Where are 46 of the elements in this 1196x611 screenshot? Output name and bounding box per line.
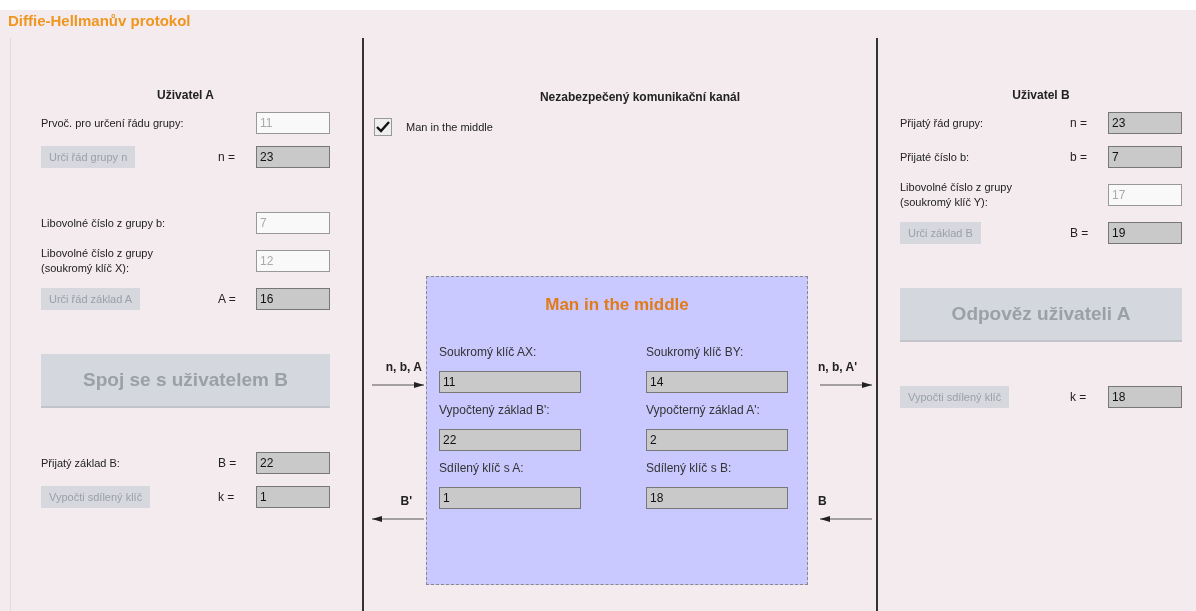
- variable-label: A =: [218, 292, 237, 306]
- checkmark-icon: [375, 120, 391, 134]
- field-label: Prvoč. pro určení řádu grupy:: [41, 115, 185, 131]
- message-label: n, b, A: [385, 360, 422, 374]
- field-label: Libovolné číslo z grupy (soukromý klíč Y):: [900, 180, 1013, 210]
- app-title: Diffie-Hellmanův protokol: [8, 12, 191, 29]
- variable-label: k =: [218, 490, 236, 504]
- arrow-icon: [371, 516, 425, 522]
- variable-label: n =: [1070, 116, 1088, 130]
- channel-heading: Nezabezpečený komunikační kanál: [538, 90, 742, 104]
- field-label: Soukromý klíč BY:: [646, 345, 745, 359]
- number-field[interactable]: 23: [1108, 112, 1182, 134]
- number-field[interactable]: 22: [256, 452, 330, 474]
- message-label: n, b, A': [818, 360, 858, 374]
- field-label: Sdílený klíč s B:: [646, 461, 733, 475]
- variable-label: n =: [218, 150, 236, 164]
- field-label: Přijatý základ B:: [41, 455, 121, 471]
- arrow-icon: [819, 516, 873, 522]
- field-label: Přijatý řád grupy:: [900, 115, 985, 131]
- variable-label: k =: [1070, 390, 1088, 404]
- field-label: Libovolné číslo z grupy (soukromý klíč X):: [41, 246, 154, 276]
- field-label: Soukromý klíč AX:: [439, 345, 538, 359]
- field-label: Vypočterný základ A':: [646, 403, 761, 417]
- field-label: Sdílený klíč s A:: [439, 461, 525, 475]
- panel-heading: Uživatel B: [1011, 88, 1071, 102]
- panel-heading: Uživatel A: [156, 88, 215, 102]
- number-field[interactable]: 18: [646, 487, 788, 509]
- number-field[interactable]: 11: [439, 371, 581, 393]
- arrow-icon: [819, 382, 873, 388]
- field-label: Přijaté číslo b:: [900, 149, 971, 165]
- number-field[interactable]: 1: [439, 487, 581, 509]
- message-label: B': [400, 494, 412, 508]
- mitm-title: Man in the middle: [544, 295, 690, 315]
- number-field[interactable]: 2: [646, 429, 788, 451]
- field-label: Vypočtený základ B':: [439, 403, 551, 417]
- checkbox[interactable]: [374, 118, 392, 136]
- variable-label: b =: [1070, 150, 1088, 164]
- variable-label: B =: [218, 456, 238, 470]
- number-field[interactable]: 22: [439, 429, 581, 451]
- number-field[interactable]: 14: [646, 371, 788, 393]
- field-label: Libovolné číslo z grupy b:: [41, 215, 167, 231]
- checkbox-label: Man in the middle: [406, 121, 493, 133]
- variable-label: B =: [1070, 226, 1090, 240]
- arrow-icon: [371, 382, 425, 388]
- number-field[interactable]: 7: [1108, 146, 1182, 168]
- message-label: B: [818, 494, 827, 508]
